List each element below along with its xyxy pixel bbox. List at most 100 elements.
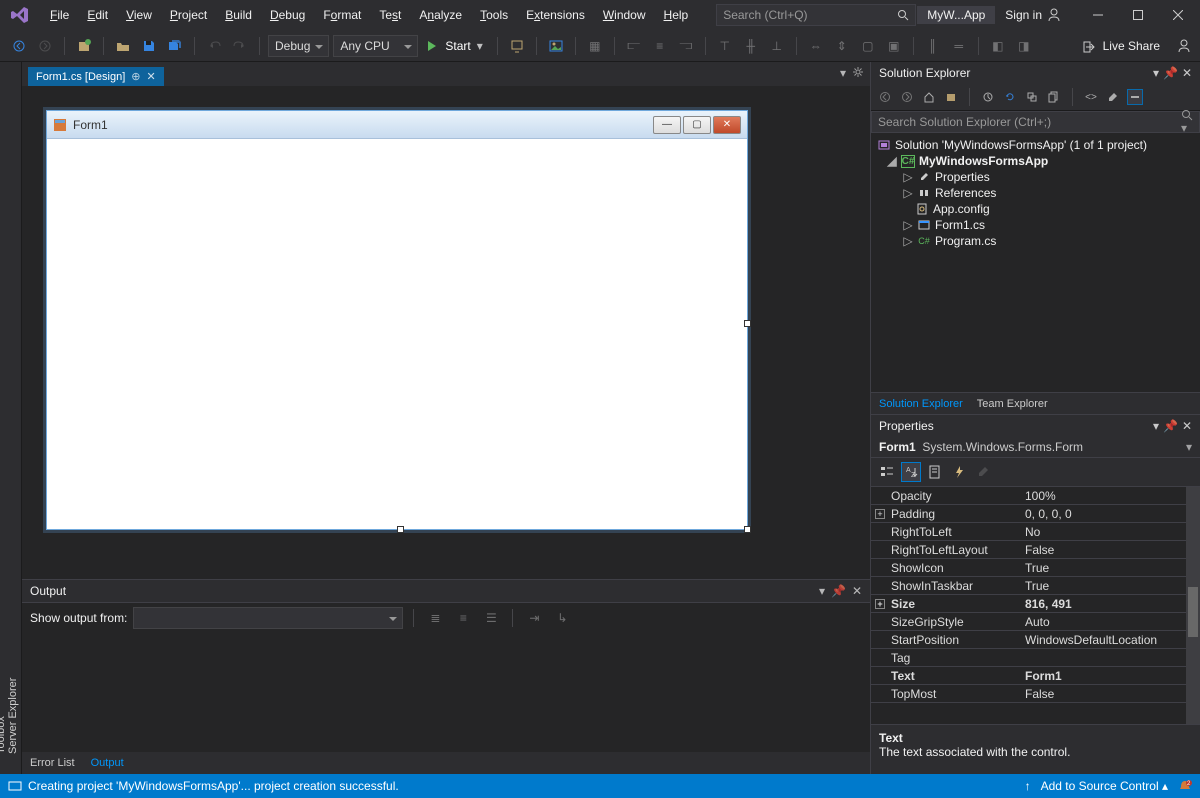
- home-icon[interactable]: [921, 89, 937, 105]
- menu-extensions[interactable]: Extensions: [518, 4, 593, 26]
- properties-grid[interactable]: Opacity100%Padding+0, 0, 0, 0RightToLeft…: [871, 487, 1200, 724]
- solution-platform-dropdown[interactable]: Any CPU: [333, 35, 418, 57]
- sync-with-doc-icon[interactable]: [943, 89, 959, 105]
- expand-icon[interactable]: ▷: [903, 170, 913, 184]
- expand-icon[interactable]: ▷: [903, 186, 913, 200]
- tab-error-list[interactable]: Error List: [30, 757, 75, 769]
- quick-launch-search[interactable]: Search (Ctrl+Q): [716, 4, 916, 26]
- output-goto-icon[interactable]: ↳: [551, 607, 573, 629]
- design-surface[interactable]: Form1 — ▢ ✕: [22, 86, 870, 579]
- output-source-dropdown[interactable]: [133, 607, 403, 629]
- close-tab-icon[interactable]: ✕: [146, 70, 155, 83]
- scrollbar[interactable]: [1186, 487, 1200, 724]
- output-filter-icon[interactable]: ☰: [480, 607, 502, 629]
- tree-project-node[interactable]: ◢ C# MyWindowsFormsApp: [877, 153, 1194, 169]
- menu-tools[interactable]: Tools: [472, 4, 516, 26]
- refresh-icon[interactable]: [1002, 89, 1018, 105]
- toggle-wrap-icon[interactable]: ≡: [452, 607, 474, 629]
- property-row[interactable]: ShowInTaskbarTrue: [871, 577, 1200, 595]
- property-row[interactable]: StartPositionWindowsDefaultLocation: [871, 631, 1200, 649]
- property-row[interactable]: TextForm1: [871, 667, 1200, 685]
- property-row[interactable]: TopMostFalse: [871, 685, 1200, 703]
- close-panel-icon[interactable]: ✕: [1182, 66, 1192, 80]
- resize-handle-bottom[interactable]: [397, 526, 404, 533]
- collapse-all-icon[interactable]: [1024, 89, 1040, 105]
- tree-appconfig-node[interactable]: App.config: [877, 201, 1194, 217]
- tree-program-node[interactable]: ▷ C# Program.cs: [877, 233, 1194, 249]
- properties-object-selector[interactable]: Form1 System.Windows.Forms.Form ▾: [871, 437, 1200, 458]
- panel-dropdown-icon[interactable]: ▾: [1153, 419, 1159, 433]
- close-button[interactable]: [1164, 5, 1192, 25]
- open-file-button[interactable]: [112, 35, 134, 57]
- solution-search-input[interactable]: Search Solution Explorer (Ctrl+;) ▾: [871, 111, 1200, 133]
- redo-button[interactable]: [229, 35, 251, 57]
- show-all-files-icon[interactable]: [1046, 89, 1062, 105]
- pin-icon[interactable]: 📌: [1163, 66, 1178, 80]
- clear-output-icon[interactable]: ≣: [424, 607, 446, 629]
- sign-in-button[interactable]: Sign in: [1005, 7, 1062, 23]
- back-icon[interactable]: [877, 89, 893, 105]
- resize-handle-right[interactable]: [744, 320, 751, 327]
- nav-backward-button[interactable]: [8, 35, 30, 57]
- menu-help[interactable]: Help: [656, 4, 697, 26]
- expand-icon[interactable]: ◢: [887, 154, 897, 168]
- tree-references-node[interactable]: ▷ References: [877, 185, 1194, 201]
- save-all-button[interactable]: [164, 35, 186, 57]
- property-row[interactable]: Size+816, 491: [871, 595, 1200, 613]
- save-button[interactable]: [138, 35, 160, 57]
- menu-view[interactable]: View: [118, 4, 160, 26]
- expand-icon[interactable]: +: [875, 509, 885, 519]
- toolbox-tab[interactable]: Toolbox: [0, 68, 7, 754]
- menu-analyze[interactable]: Analyze: [411, 4, 470, 26]
- pin-icon[interactable]: ⊕: [131, 70, 140, 83]
- menu-test[interactable]: Test: [371, 4, 409, 26]
- properties-page-icon[interactable]: [925, 462, 945, 482]
- gear-icon[interactable]: [852, 66, 864, 80]
- expand-icon[interactable]: +: [875, 599, 885, 609]
- undo-button[interactable]: [203, 35, 225, 57]
- pin-icon[interactable]: 📌: [1163, 419, 1178, 433]
- events-icon[interactable]: [949, 462, 969, 482]
- tab-output[interactable]: Output: [91, 757, 124, 769]
- nav-forward-button[interactable]: [34, 35, 56, 57]
- menu-project[interactable]: Project: [162, 4, 215, 26]
- menu-debug[interactable]: Debug: [262, 4, 313, 26]
- scrollbar-thumb[interactable]: [1188, 587, 1198, 637]
- solution-config-dropdown[interactable]: Debug: [268, 35, 329, 57]
- resize-handle-corner[interactable]: [744, 526, 751, 533]
- person-icon[interactable]: [1176, 38, 1192, 54]
- active-files-dropdown-icon[interactable]: ▾: [840, 66, 846, 80]
- publish-arrow-icon[interactable]: ↑: [1025, 779, 1031, 793]
- alphabetical-icon[interactable]: AZ: [901, 462, 921, 482]
- preview-selected-icon[interactable]: [1127, 89, 1143, 105]
- properties-icon[interactable]: [1105, 89, 1121, 105]
- property-row[interactable]: Opacity100%: [871, 487, 1200, 505]
- property-row[interactable]: Padding+0, 0, 0, 0: [871, 505, 1200, 523]
- categorized-icon[interactable]: [877, 462, 897, 482]
- menu-edit[interactable]: Edit: [79, 4, 116, 26]
- property-row[interactable]: Tag: [871, 649, 1200, 667]
- tree-form1-node[interactable]: ▷ Form1.cs: [877, 217, 1194, 233]
- property-row[interactable]: RightToLeftLayoutFalse: [871, 541, 1200, 559]
- output-body[interactable]: [22, 633, 870, 752]
- property-row[interactable]: SizeGripStyleAuto: [871, 613, 1200, 631]
- pending-changes-filter-icon[interactable]: [980, 89, 996, 105]
- pin-icon[interactable]: 📌: [831, 584, 846, 598]
- tree-properties-node[interactable]: ▷ Properties: [877, 169, 1194, 185]
- start-debug-button[interactable]: Start ▾: [422, 39, 488, 53]
- menu-build[interactable]: Build: [217, 4, 260, 26]
- tree-solution-node[interactable]: Solution 'MyWindowsFormsApp' (1 of 1 pro…: [877, 137, 1194, 153]
- property-row[interactable]: RightToLeftNo: [871, 523, 1200, 541]
- panel-dropdown-icon[interactable]: ▾: [1153, 66, 1159, 80]
- property-row[interactable]: ShowIconTrue: [871, 559, 1200, 577]
- browser-link-button[interactable]: [506, 35, 528, 57]
- menu-window[interactable]: Window: [595, 4, 654, 26]
- expand-icon[interactable]: ▷: [903, 234, 913, 248]
- view-code-icon[interactable]: <>: [1083, 89, 1099, 105]
- expand-icon[interactable]: ▷: [903, 218, 913, 232]
- output-indent-icon[interactable]: ⇥: [523, 607, 545, 629]
- winform-designer[interactable]: Form1 — ▢ ✕: [46, 110, 748, 530]
- maximize-button[interactable]: [1124, 5, 1152, 25]
- close-panel-icon[interactable]: ✕: [1182, 419, 1192, 433]
- tab-solution-explorer[interactable]: Solution Explorer: [879, 398, 963, 410]
